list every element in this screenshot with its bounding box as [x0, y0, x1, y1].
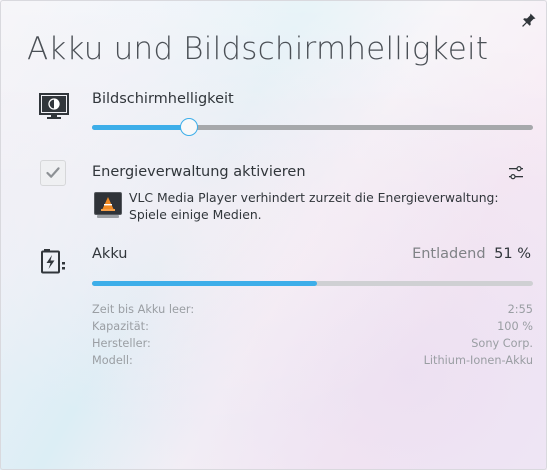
power-management-checkbox[interactable] — [40, 160, 66, 186]
battery-details: Zeit bis Akku leer: 2:55 Kapazität: 100 … — [92, 301, 533, 369]
detail-value: 2:55 — [507, 303, 533, 316]
detail-value: 100 % — [497, 320, 533, 333]
detail-row: Modell: Lithium-Ionen-Akku — [92, 352, 533, 369]
battery-state: Entladend — [412, 246, 486, 262]
page-title: Akku und Bildschirmhelligkeit — [27, 31, 489, 67]
brightness-slider[interactable] — [92, 125, 533, 130]
inhibition-message: VLC Media Player verhindert zurzeit die … — [129, 190, 499, 222]
detail-row: Kapazität: 100 % — [92, 318, 533, 335]
detail-key: Modell: — [92, 354, 133, 367]
brightness-slider-fill — [92, 125, 190, 130]
checkmark-icon — [46, 167, 60, 178]
brightness-label: Bildschirmhelligkeit — [92, 91, 234, 107]
battery-charging-icon — [41, 249, 65, 274]
detail-key: Hersteller: — [92, 337, 151, 350]
vlc-icon — [94, 192, 122, 218]
battery-percent: 51 % — [494, 246, 531, 262]
battery-level-bar — [92, 281, 533, 286]
pin-icon[interactable] — [521, 12, 537, 28]
detail-value: Sony Corp. — [471, 337, 533, 350]
battery-status: Entladend 51 % — [412, 246, 531, 262]
detail-key: Zeit bis Akku leer: — [92, 303, 195, 316]
detail-row: Hersteller: Sony Corp. — [92, 335, 533, 352]
power-management-label: Energieverwaltung aktivieren — [92, 164, 306, 180]
brightness-slider-handle[interactable] — [180, 118, 199, 136]
configure-icon[interactable] — [508, 165, 524, 181]
detail-row: Zeit bis Akku leer: 2:55 — [92, 301, 533, 318]
monitor-brightness-icon — [39, 93, 69, 119]
detail-value: Lithium-Ionen-Akku — [423, 354, 533, 367]
battery-level-fill — [92, 281, 317, 286]
battery-brightness-popup: Akku und Bildschirmhelligkeit Bildschirm… — [0, 0, 547, 470]
detail-key: Kapazität: — [92, 320, 149, 333]
battery-label: Akku — [92, 246, 128, 262]
